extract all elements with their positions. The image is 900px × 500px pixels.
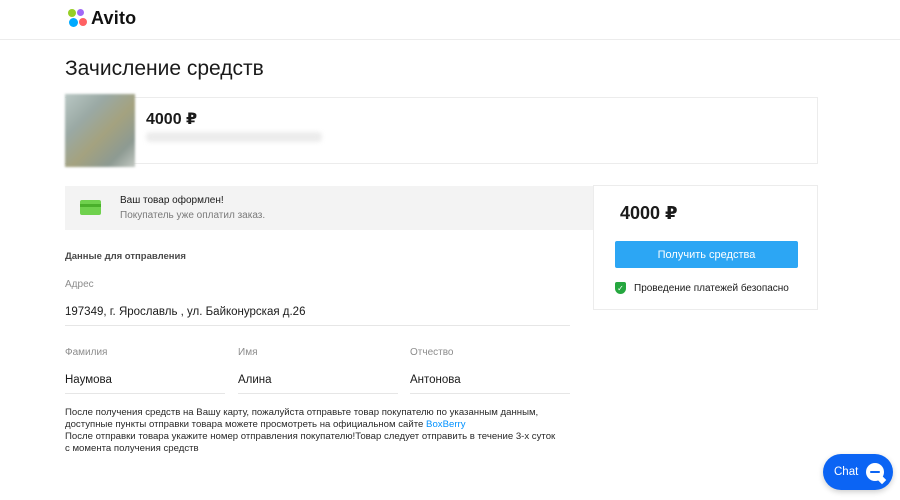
shield-check-icon: ✓	[615, 282, 626, 294]
secure-payment-note: ✓ Проведение платежей безопасно	[615, 282, 789, 294]
last-name-divider	[65, 393, 225, 394]
instructions-line-1: После получения средств на Вашу карту, п…	[65, 407, 539, 418]
instructions-line-2-text: доступные пункты отправки товара можете …	[65, 419, 427, 430]
shipping-instructions: После получения средств на Вашу карту, п…	[65, 407, 565, 455]
top-header: Avito	[0, 0, 900, 40]
item-thumbnail	[65, 94, 135, 167]
shipping-section-title: Данные для отправления	[65, 251, 186, 262]
address-label: Адрес	[65, 279, 94, 290]
address-field: 197349, г. Ярославль , ул. Байконурская …	[65, 306, 306, 318]
patronymic-divider	[410, 393, 570, 394]
first-name-field: Алина	[238, 374, 272, 386]
item-card: 4000 ₽	[65, 94, 818, 167]
last-name-field: Наумова	[65, 374, 112, 386]
instructions-line-4: с момента получения средств	[65, 443, 199, 454]
patronymic-label: Отчество	[410, 347, 454, 358]
notice-title: Ваш товар оформлен!	[120, 195, 224, 206]
item-description-blurred	[146, 132, 322, 142]
boxberry-link[interactable]: BoxBerry	[426, 419, 465, 430]
item-price: 4000 ₽	[146, 111, 198, 128]
first-name-label: Имя	[238, 347, 258, 358]
credit-card-icon	[80, 200, 101, 215]
logo-dots-icon	[68, 9, 87, 28]
chat-label: Chat	[834, 466, 859, 478]
first-name-divider	[238, 393, 398, 394]
secure-payment-text: Проведение платежей безопасно	[634, 282, 789, 294]
instructions-line-3: После отправки товара укажите номер отпр…	[65, 431, 556, 442]
avito-logo[interactable]: Avito	[68, 8, 136, 29]
patronymic-field: Антонова	[410, 374, 461, 386]
chat-button[interactable]: Chat	[823, 454, 893, 490]
page-title: Зачисление средств	[65, 57, 264, 80]
address-divider	[65, 325, 570, 326]
receive-funds-button[interactable]: Получить средства	[615, 241, 798, 268]
instructions-line-2: доступные пункты отправки товара можете …	[65, 419, 565, 431]
notice-subtitle: Покупатель уже оплатил заказ.	[120, 210, 266, 221]
payout-amount: 4000 ₽	[620, 203, 678, 223]
chat-bubble-icon	[866, 463, 884, 481]
logo-text: Avito	[91, 8, 137, 28]
order-notice: Ваш товар оформлен! Покупатель уже оплат…	[65, 186, 594, 230]
payout-panel: 4000 ₽ Получить средства ✓ Проведение пл…	[593, 185, 818, 310]
last-name-label: Фамилия	[65, 347, 108, 358]
